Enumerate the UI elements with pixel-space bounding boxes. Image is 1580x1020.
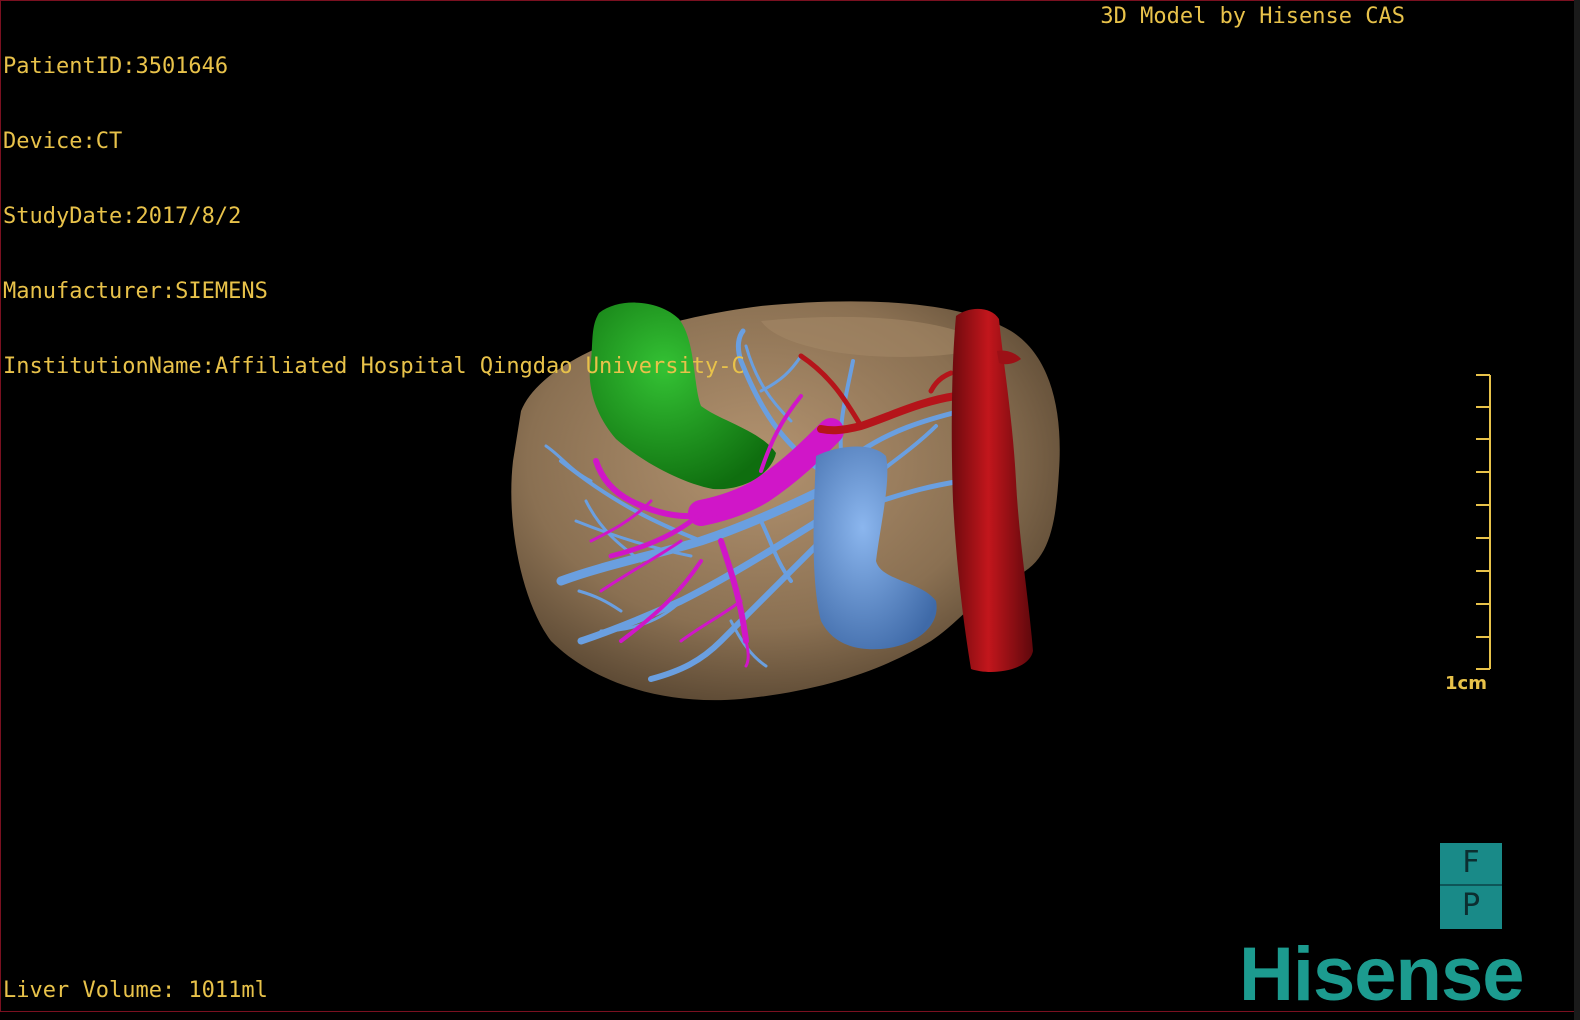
- orientation-top-letter: F: [1462, 845, 1480, 880]
- device-text: Device:CT: [3, 129, 123, 154]
- 3d-viewport[interactable]: PatientID:3501646 Device:CT StudyDate:20…: [0, 0, 1576, 1012]
- orientation-marker[interactable]: F P: [1440, 843, 1502, 929]
- window-edge: [1574, 0, 1580, 1020]
- manufacturer-text: Manufacturer:SIEMENS: [3, 279, 268, 304]
- scale-bar-label: 1cm: [1445, 673, 1487, 694]
- dicom-info-overlay: PatientID:3501646 Device:CT StudyDate:20…: [3, 4, 745, 429]
- scale-bar: [1476, 374, 1491, 670]
- patient-id-text: PatientID:3501646: [3, 54, 229, 79]
- liver-volume-text: Liver Volume: 1011ml: [3, 978, 268, 1003]
- institution-text: InstitutionName:Affiliated Hospital Qing…: [3, 354, 745, 379]
- hisense-logo: Hisense: [1239, 932, 1524, 1012]
- model-credit-text: 3D Model by Hisense CAS: [1100, 4, 1405, 29]
- orientation-bottom-letter: P: [1461, 888, 1481, 923]
- study-date-text: StudyDate:2017/8/2: [3, 204, 242, 229]
